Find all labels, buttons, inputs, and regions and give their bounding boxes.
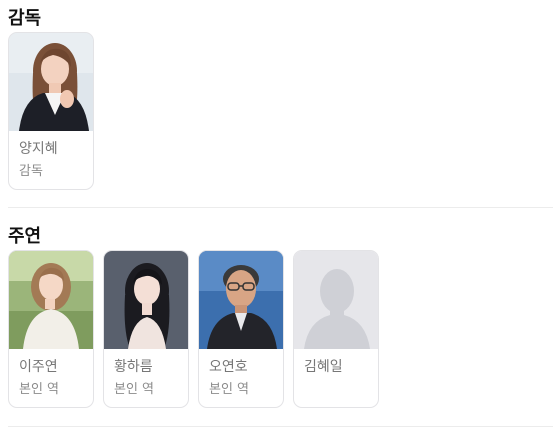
person-photo xyxy=(9,251,93,349)
person-name: 이주연 xyxy=(19,359,58,375)
person-photo xyxy=(104,251,188,349)
person-role: 본인 역 xyxy=(209,382,250,397)
person-card[interactable]: 오연호 본인 역 xyxy=(198,250,284,408)
person-card-text: 황하름 본인 역 xyxy=(104,349,188,407)
person-name: 김혜일 xyxy=(304,359,343,375)
person-name: 오연호 xyxy=(209,359,248,375)
person-role: 본인 역 xyxy=(19,382,60,397)
default-avatar-icon xyxy=(294,251,378,349)
section-title-director: 감독 xyxy=(8,8,42,29)
director-section: 감독 양지혜 감독 xyxy=(8,8,553,198)
person-photo xyxy=(9,33,93,131)
person-card[interactable]: 이주연 본인 역 xyxy=(8,250,94,408)
person-name: 양지혜 xyxy=(19,141,58,157)
person-name: 황하름 xyxy=(114,359,153,375)
cast-section: 주연 이주연 본인 역 황하름 본인 역 오연호 본인 역 김혜일 xyxy=(8,226,553,416)
section-divider xyxy=(8,426,553,427)
director-card-list: 양지혜 감독 xyxy=(8,32,94,190)
person-card-text: 양지혜 감독 xyxy=(9,131,93,189)
person-card-text: 이주연 본인 역 xyxy=(9,349,93,407)
section-title-cast: 주연 xyxy=(8,226,42,247)
section-divider xyxy=(8,207,553,208)
person-role: 감독 xyxy=(19,164,43,179)
person-card[interactable]: 양지혜 감독 xyxy=(8,32,94,190)
person-card[interactable]: 김혜일 xyxy=(293,250,379,408)
person-card-text: 김혜일 xyxy=(294,349,378,407)
person-card[interactable]: 황하름 본인 역 xyxy=(103,250,189,408)
person-card-text: 오연호 본인 역 xyxy=(199,349,283,407)
cast-card-list: 이주연 본인 역 황하름 본인 역 오연호 본인 역 김혜일 xyxy=(8,250,379,408)
person-role: 본인 역 xyxy=(114,382,155,397)
person-photo xyxy=(199,251,283,349)
